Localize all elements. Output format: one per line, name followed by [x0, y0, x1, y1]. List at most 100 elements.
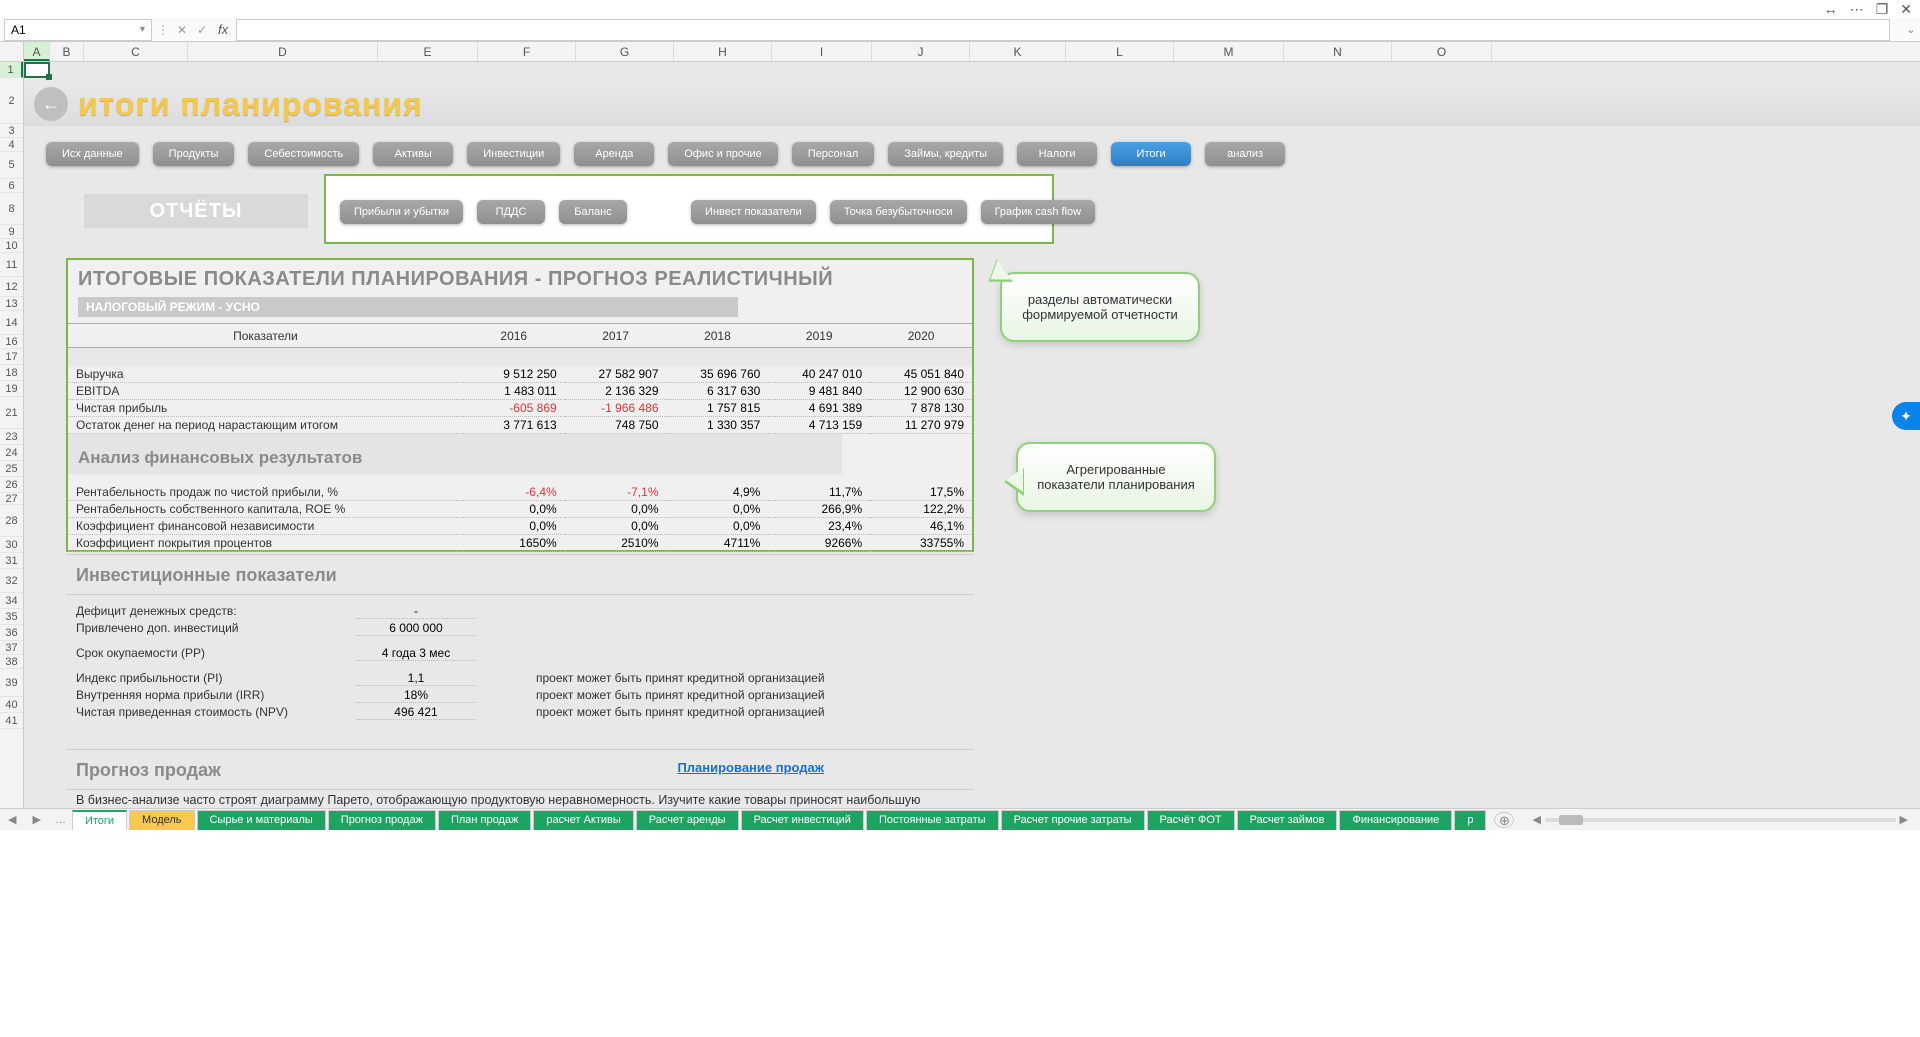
close-icon[interactable]: ✕	[1900, 1, 1912, 18]
row-header[interactable]: 3	[0, 124, 23, 138]
column-header[interactable]: J	[872, 42, 970, 61]
row-header[interactable]: 32	[0, 569, 23, 593]
cancel-formula-icon[interactable]: ✕	[172, 23, 192, 37]
dropbox-icon[interactable]: ✦	[1892, 402, 1920, 430]
column-header[interactable]: H	[674, 42, 772, 61]
row-header[interactable]: 17	[0, 349, 23, 365]
row-header[interactable]: 12	[0, 277, 23, 297]
sheet-tab[interactable]: Расчет прочие затраты	[1001, 810, 1145, 830]
selected-cell[interactable]	[24, 62, 50, 78]
column-header[interactable]: A	[24, 42, 50, 61]
sheet-tab[interactable]: Расчет аренды	[636, 810, 739, 830]
nav-tab[interactable]: Займы, кредиты	[888, 142, 1003, 166]
sheet-tab[interactable]: Финансирование	[1339, 810, 1452, 830]
sheet-tab[interactable]: План продаж	[438, 810, 531, 830]
row-header[interactable]: 41	[0, 713, 23, 729]
row-header[interactable]: 21	[0, 397, 23, 429]
report-sub-tab[interactable]: Баланс	[559, 200, 627, 224]
sheet-tab[interactable]: Сырье и материалы	[197, 810, 326, 830]
sheet-tab[interactable]: Модель	[129, 810, 194, 830]
nav-tab[interactable]: Итоги	[1111, 142, 1191, 166]
row-header[interactable]: 25	[0, 461, 23, 477]
nav-tab[interactable]: Себестоимость	[248, 142, 359, 166]
row-header[interactable]: 26	[0, 477, 23, 493]
row-header[interactable]: 19	[0, 381, 23, 397]
column-header[interactable]: E	[378, 42, 478, 61]
nav-tab[interactable]: Активы	[373, 142, 453, 166]
column-header[interactable]: C	[84, 42, 188, 61]
fx-label[interactable]: fx	[212, 22, 234, 37]
column-header[interactable]: L	[1066, 42, 1174, 61]
tab-overflow[interactable]: …	[49, 814, 72, 826]
row-header[interactable]: 37	[0, 641, 23, 655]
tab-nav-prev[interactable]: ▶	[24, 813, 48, 826]
row-header[interactable]: 4	[0, 138, 23, 152]
column-header[interactable]: O	[1392, 42, 1492, 61]
report-sub-tab[interactable]: График cash flow	[981, 200, 1096, 224]
row-header[interactable]: 5	[0, 152, 23, 179]
row-header[interactable]: 28	[0, 505, 23, 537]
row-header[interactable]: 8	[0, 193, 23, 225]
row-header[interactable]: 6	[0, 179, 23, 193]
row-header[interactable]: 1	[0, 62, 23, 78]
row-header[interactable]: 16	[0, 335, 23, 349]
row-header[interactable]: 35	[0, 609, 23, 625]
maximize-icon[interactable]: ❐	[1876, 1, 1889, 18]
add-sheet-button[interactable]: ⊕	[1494, 812, 1514, 828]
nav-tab[interactable]: Офис и прочие	[668, 142, 777, 166]
report-sub-tab[interactable]: Инвест показатели	[691, 200, 816, 224]
back-button[interactable]: ←	[34, 87, 68, 121]
more-icon[interactable]: ⋯	[1850, 1, 1864, 18]
nav-tab[interactable]: Исх данные	[46, 142, 139, 166]
nav-tab[interactable]: Инвестиции	[467, 142, 560, 166]
row-header[interactable]: 40	[0, 697, 23, 713]
sheet-tab[interactable]: Расчёт ФОТ	[1147, 810, 1235, 830]
forecast-link[interactable]: Планирование продаж	[677, 760, 824, 775]
sheet-tab[interactable]: Расчет инвестиций	[741, 810, 864, 830]
sheet-tab[interactable]: Расчет займов	[1237, 810, 1338, 830]
report-sub-tab[interactable]: ПДДС	[477, 200, 545, 224]
expand-formula-icon[interactable]: ⌄	[1902, 23, 1920, 36]
row-header[interactable]: 38	[0, 655, 23, 669]
sheet-tab[interactable]: Итоги	[72, 810, 127, 830]
row-header[interactable]: 31	[0, 553, 23, 569]
row-header[interactable]: 24	[0, 445, 23, 461]
name-box[interactable]: A1 ▾	[4, 19, 152, 41]
row-header[interactable]: 34	[0, 593, 23, 609]
column-header[interactable]: N	[1284, 42, 1392, 61]
accept-formula-icon[interactable]: ✓	[192, 23, 212, 37]
report-sub-tab[interactable]: Точка безубыточноси	[830, 200, 967, 224]
nav-tab[interactable]: Налоги	[1017, 142, 1097, 166]
column-header[interactable]: K	[970, 42, 1066, 61]
row-header[interactable]: 14	[0, 311, 23, 335]
sheet-tab[interactable]: Постоянные затраты	[866, 810, 999, 830]
row-header[interactable]: 27	[0, 493, 23, 505]
chevron-down-icon[interactable]: ▾	[140, 24, 145, 35]
row-header[interactable]: 30	[0, 537, 23, 553]
resize-icon[interactable]: ↔	[1824, 1, 1838, 17]
horizontal-scrollbar[interactable]: ◀ ▶	[1520, 813, 1920, 826]
formula-input[interactable]	[236, 19, 1890, 41]
sheet-tab[interactable]: р	[1454, 810, 1486, 830]
row-header[interactable]: 11	[0, 253, 23, 277]
row-header[interactable]: 13	[0, 297, 23, 311]
sheet-tab[interactable]: расчет Активы	[533, 810, 633, 830]
nav-tab[interactable]: анализ	[1205, 142, 1285, 166]
select-all-corner[interactable]	[0, 42, 24, 61]
row-header[interactable]: 39	[0, 669, 23, 697]
row-header[interactable]: 2	[0, 78, 23, 124]
column-header[interactable]: F	[478, 42, 576, 61]
nav-tab[interactable]: Продукты	[153, 142, 235, 166]
report-sub-tab[interactable]: Прибыли и убытки	[340, 200, 463, 224]
tab-nav-first[interactable]: ◀	[0, 813, 24, 826]
column-header[interactable]: M	[1174, 42, 1284, 61]
sheet-tab[interactable]: Прогноз продаж	[328, 810, 436, 830]
row-header[interactable]: 23	[0, 429, 23, 445]
column-header[interactable]: G	[576, 42, 674, 61]
column-header[interactable]: I	[772, 42, 872, 61]
row-header[interactable]: 10	[0, 239, 23, 253]
row-header[interactable]: 18	[0, 365, 23, 381]
row-header[interactable]: 36	[0, 625, 23, 641]
column-header[interactable]: B	[50, 42, 84, 61]
column-header[interactable]: D	[188, 42, 378, 61]
